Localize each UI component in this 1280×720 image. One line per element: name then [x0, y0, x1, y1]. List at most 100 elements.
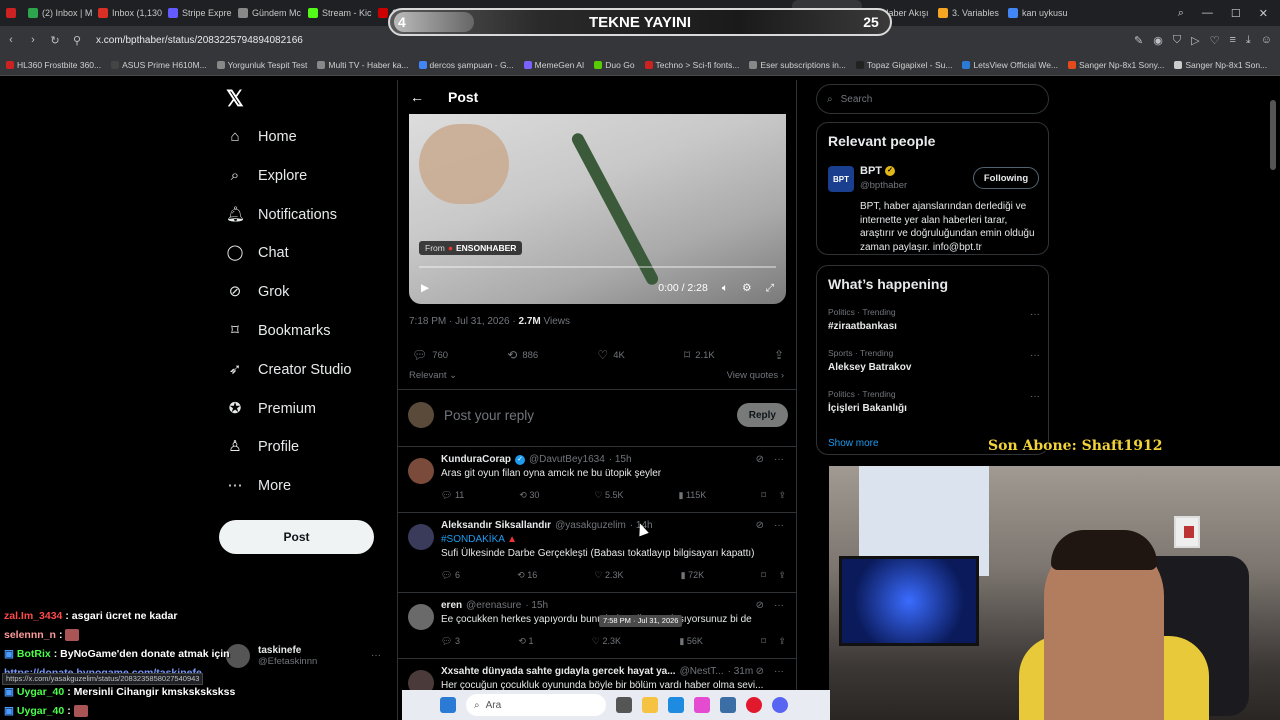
reply-item[interactable]: KunduraCorap ✓ @DavutBey1634 · 15h ⊘ ··· A…	[408, 454, 788, 516]
video-player[interactable]: From ● ENSONHABER ▶ 0:00 / 2:28 🔈︎ ⚙ ⤢	[409, 114, 786, 304]
fullscreen-icon[interactable]: ⤢	[766, 282, 774, 295]
taskbar-search[interactable]: ⌕ Ara	[466, 694, 606, 716]
bookmark-item[interactable]: HL360 Frostbite 360...	[6, 60, 101, 70]
trend-item[interactable]: Politics · Trending İçişleri Bakanlığı ···	[828, 389, 1040, 414]
reply-author[interactable]: Aleksandır Siksallandır	[441, 520, 551, 531]
site-info-icon[interactable]: ⚲	[66, 34, 88, 47]
store-icon[interactable]	[720, 697, 736, 713]
grok-icon[interactable]: ⊘	[756, 520, 764, 531]
repost-action[interactable]: ⟲ 1	[518, 636, 533, 647]
profile-icon[interactable]: ☺	[1261, 34, 1272, 47]
minimize-icon[interactable]: —	[1202, 7, 1213, 20]
views-action[interactable]: ▮ 115K	[678, 490, 706, 501]
trend-item[interactable]: Politics · Trending #ziraatbankası ···	[828, 307, 1040, 332]
reply-input[interactable]: Post your reply	[444, 408, 534, 423]
bookmark-item[interactable]: ASUS Prime H610M...	[111, 60, 207, 70]
nav-item-creator-studio[interactable]: ➶ Creator Studio	[226, 361, 352, 379]
bookmark-action[interactable]: ⌑ 2.1K	[684, 348, 715, 362]
nav-item-more[interactable]: ⋯ More	[226, 477, 292, 495]
more-icon[interactable]: ···	[774, 454, 784, 465]
bookmark-item[interactable]: Topaz Gigapixel - Su...	[855, 60, 952, 70]
browser-tab[interactable]: kan uykusu	[1002, 0, 1072, 26]
video-source-badge[interactable]: From ● ENSONHABER	[419, 241, 523, 255]
grok-icon[interactable]: ⊘	[756, 600, 764, 611]
nav-item-grok[interactable]: ⊘ Grok	[226, 283, 290, 301]
like-action[interactable]: ♡ 4K	[597, 348, 624, 362]
close-icon[interactable]: ✕	[1259, 7, 1268, 20]
avatar[interactable]	[408, 604, 434, 630]
scrollbar[interactable]	[1270, 100, 1276, 170]
nav-item-bookmarks[interactable]: ⌑ Bookmarks	[226, 322, 330, 340]
bookmark-item[interactable]: Techno > Sci-fi fonts...	[644, 60, 739, 70]
views-action[interactable]: ▮ 56K	[679, 636, 702, 647]
camera-icon[interactable]: ◉	[1153, 34, 1163, 47]
settings-icon[interactable]: ⚙	[742, 282, 751, 294]
search-input[interactable]: ⌕ Search	[816, 84, 1049, 114]
more-icon[interactable]: ···	[774, 520, 784, 531]
search-tabs-icon[interactable]: ⌕	[1178, 7, 1184, 20]
video-progress-bar[interactable]	[419, 266, 776, 268]
avatar[interactable]	[408, 524, 434, 550]
post-timestamp[interactable]: 7:18 PM · Jul 31, 2026 ·	[409, 316, 516, 327]
reply-action[interactable]: 💬︎ 6	[441, 570, 460, 581]
user-name[interactable]: BPT ✓	[860, 165, 895, 177]
play-icon[interactable]: ▶	[421, 282, 429, 294]
reload-icon[interactable]: ↻	[44, 34, 66, 47]
reply-author[interactable]: eren	[441, 600, 462, 611]
hashtag-link[interactable]: #SONDAKİKA ▲	[441, 534, 517, 545]
nav-item-profile[interactable]: ♙ Profile	[226, 438, 299, 456]
bookmark-action[interactable]: ⌑ ⇪	[761, 636, 786, 647]
browser-tab[interactable]: Gündem Mc	[232, 0, 302, 26]
bookmark-item[interactable]: dercos şampuan - G...	[418, 60, 514, 70]
nav-item-chat[interactable]: ◯ Chat	[226, 244, 289, 262]
avatar[interactable]: BPT	[828, 166, 854, 192]
like-action[interactable]: ♡ 2.3K	[594, 570, 623, 581]
reply-action[interactable]: 💬︎ 11	[441, 490, 464, 501]
reply-time[interactable]: · 15h	[525, 600, 548, 611]
bookmark-item[interactable]: Multi TV - Haber ka...	[317, 60, 409, 70]
url-field[interactable]: x.com/bpthaber/status/208322579489408216…	[96, 35, 303, 46]
browser-tab[interactable]: Stripe Expre	[162, 0, 232, 26]
reply-time[interactable]: · 31m	[728, 666, 754, 677]
volume-icon[interactable]: 🔈︎	[722, 282, 728, 295]
shield-icon[interactable]: ⛉	[1173, 34, 1181, 47]
back-icon[interactable]: ‹	[0, 34, 22, 46]
opera-icon[interactable]	[746, 697, 762, 713]
reply-author[interactable]: Xxsahte dünyada sahte gıdayla gercek hay…	[441, 666, 676, 677]
reply-item[interactable]: eren @erenasure · 15h ⊘ ··· Ee çocukken h…	[408, 600, 788, 662]
post-button[interactable]: Post	[219, 520, 374, 554]
edge-icon[interactable]	[668, 697, 684, 713]
browser-tab[interactable]: Inbox (1,130	[92, 0, 162, 26]
show-more-link[interactable]: Show more	[828, 438, 879, 449]
copilot-icon[interactable]	[694, 697, 710, 713]
share-action[interactable]: ⇪	[774, 348, 784, 362]
more-icon[interactable]: ···	[1030, 309, 1040, 320]
like-action[interactable]: ♡ 2.3K	[592, 636, 621, 647]
bookmark-item[interactable]: Sanger Np-8x1 Son...	[1174, 60, 1267, 70]
sort-dropdown[interactable]: Relevant ⌄	[409, 370, 457, 381]
bookmark-item[interactable]: Duo Go	[594, 60, 635, 70]
bookmark-item[interactable]: Eser subscriptions in...	[749, 60, 846, 70]
reply-action[interactable]: 💬︎ 760	[412, 348, 448, 362]
task-view-icon[interactable]	[616, 697, 632, 713]
reply-item[interactable]: Aleksandır Siksallandır @yasakguzelim · …	[408, 520, 788, 582]
reply-action[interactable]: 💬︎ 3	[441, 636, 460, 647]
browser-tab[interactable]: 3. Variables	[932, 0, 1002, 26]
reply-time[interactable]: · 15h	[609, 454, 632, 465]
grok-icon[interactable]: ⊘	[756, 666, 764, 677]
bookmark-action[interactable]: ⌑ ⇪	[761, 570, 786, 581]
reply-author[interactable]: KunduraCorap	[441, 454, 511, 465]
forward-icon[interactable]: ›	[22, 34, 44, 46]
menu-icon[interactable]: ≡	[1229, 34, 1235, 47]
x-logo-icon[interactable]: 𝕏	[226, 86, 244, 112]
grok-icon[interactable]: ⊘	[756, 454, 764, 465]
avatar[interactable]	[408, 458, 434, 484]
heart-icon[interactable]: ♡	[1210, 34, 1220, 47]
more-icon[interactable]: ···	[774, 600, 784, 611]
browser-tab[interactable]: Stream - Kic	[302, 0, 372, 26]
browser-menu[interactable]	[0, 0, 22, 26]
maximize-icon[interactable]: ☐	[1231, 7, 1241, 20]
like-action[interactable]: ♡ 5.5K	[594, 490, 623, 501]
views-action[interactable]: ▮ 72K	[681, 570, 704, 581]
view-quotes-link[interactable]: View quotes ›	[727, 370, 784, 381]
